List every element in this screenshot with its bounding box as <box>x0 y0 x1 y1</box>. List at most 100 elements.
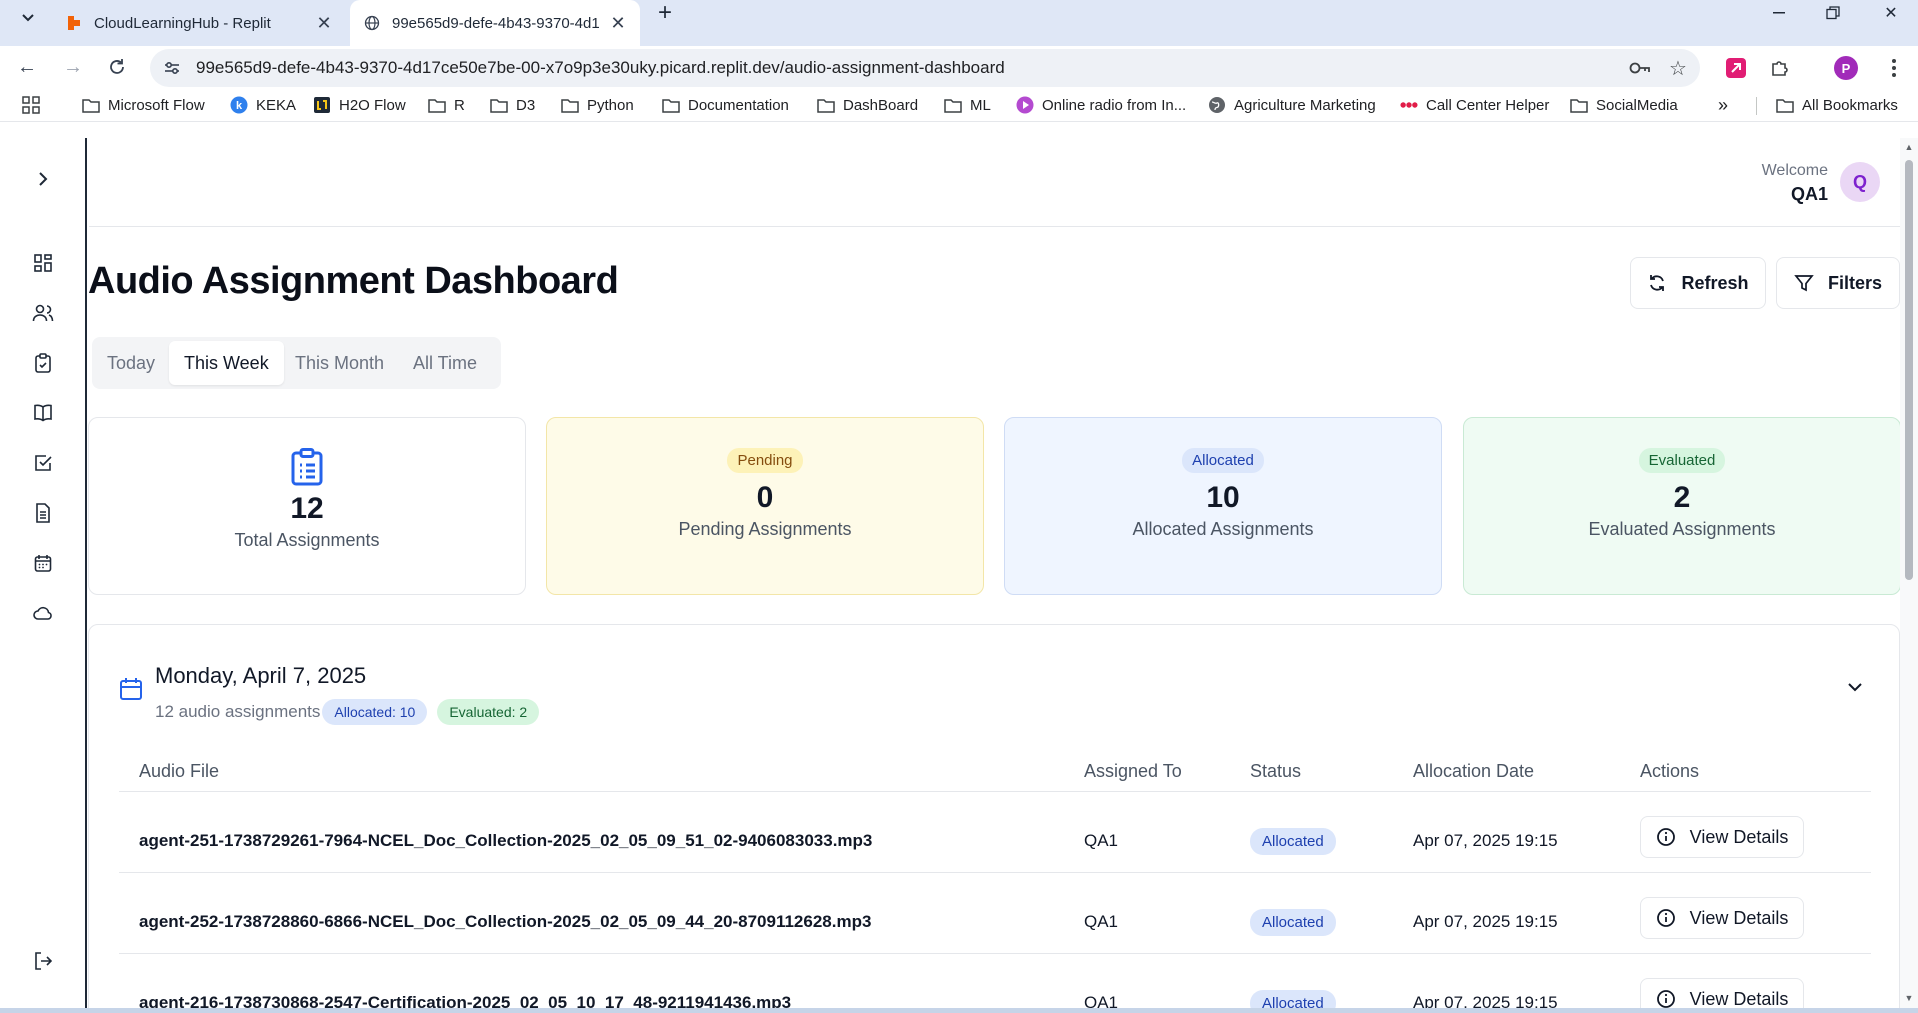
day-group-date: Monday, April 7, 2025 <box>155 663 367 688</box>
welcome-label: Welcome <box>1761 162 1828 179</box>
bookmark-star-icon[interactable]: ☆ <box>1662 52 1694 84</box>
close-tab-icon[interactable]: ✕ <box>606 11 630 35</box>
close-tab-icon[interactable]: ✕ <box>312 11 336 35</box>
tab-title: CloudLearningHub - Replit <box>94 14 271 32</box>
tab-today[interactable]: Today <box>92 341 170 385</box>
bookmarks-bar: Microsoft Flow k KEKA H2O Flow R D3 Python Docu… <box>0 88 1918 122</box>
evaluated-badge: Evaluated <box>1638 448 1726 473</box>
refresh-button[interactable]: Refresh <box>1630 257 1766 309</box>
browser-tab-replit[interactable]: CloudLearningHub - Replit ✕ <box>54 0 346 46</box>
svg-text:k: k <box>236 100 243 112</box>
pending-assignments-value: 0 <box>756 481 774 514</box>
evaluated-count-pill: Evaluated: 2 <box>437 699 540 725</box>
allocated-count-pill: Allocated: 10 <box>322 699 428 725</box>
assigned-to: QA1 <box>1084 912 1119 931</box>
restore-window-icon[interactable] <box>1806 0 1860 26</box>
day-group-section: Monday, April 7, 2025 12 audio assignmen… <box>88 624 1900 1013</box>
minimize-window-icon[interactable] <box>1752 0 1806 26</box>
bookmark-r[interactable]: R <box>428 88 465 122</box>
bookmark-agriculture-marketing[interactable]: Agriculture Marketing <box>1208 88 1376 122</box>
bookmark-d3[interactable]: D3 <box>490 88 535 122</box>
bookmark-label: Online radio from In... <box>1042 96 1187 114</box>
address-bar[interactable]: 99e565d9-defe-4b43-9370-4d17ce50e7be-00-… <box>150 49 1700 87</box>
book-icon[interactable] <box>28 398 58 428</box>
bookmark-python[interactable]: Python <box>561 88 634 122</box>
page-scrollbar[interactable]: ▲ ▼ <box>1900 138 1918 1013</box>
scroll-up-arrow-icon[interactable]: ▲ <box>1904 142 1914 152</box>
bookmark-call-center-helper[interactable]: Call Center Helper <box>1400 88 1549 122</box>
folder-icon <box>490 97 508 113</box>
forward-arrow-icon[interactable]: → <box>58 52 88 82</box>
collapse-chevron-icon[interactable] <box>1847 679 1863 697</box>
view-details-button[interactable]: View Details <box>1640 816 1804 858</box>
allocation-date: Apr 07, 2025 19:15 <box>1413 831 1558 850</box>
tab-this-week[interactable]: This Week <box>169 341 284 385</box>
all-bookmarks-link[interactable]: All Bookmarks <box>1776 88 1898 122</box>
tab-all-time[interactable]: All Time <box>398 341 492 385</box>
column-header-status: Status <box>1250 761 1302 781</box>
assigned-to: QA1 <box>1084 831 1119 850</box>
globe-favicon-icon <box>364 15 380 31</box>
tab-this-month[interactable]: This Month <box>280 341 399 385</box>
password-key-icon[interactable] <box>1624 52 1656 84</box>
audio-file-name: agent-251-1738729261-7964-NCEL_Doc_Colle… <box>139 831 873 850</box>
filters-label: Filters <box>1827 272 1883 293</box>
evaluated-assignments-label: Evaluated Assignments <box>1588 519 1776 539</box>
browser-menu-icon[interactable] <box>1880 54 1908 82</box>
calendar-icon[interactable] <box>28 548 58 578</box>
row-divider <box>119 872 1871 873</box>
user-avatar[interactable]: Q <box>1840 162 1880 202</box>
bookmark-socialmedia[interactable]: SocialMedia <box>1570 88 1678 122</box>
bookmark-dashboard[interactable]: DashBoard <box>817 88 918 122</box>
bookmark-keka[interactable]: k KEKA <box>230 88 296 122</box>
logout-icon[interactable] <box>28 946 58 976</box>
extensions-puzzle-icon[interactable] <box>1766 54 1794 82</box>
new-tab-plus-icon[interactable]: + <box>650 0 680 26</box>
day-group-count: 12 audio assignments <box>155 702 321 721</box>
extension-app-icon[interactable] <box>1722 54 1750 82</box>
calendar-icon <box>119 677 143 706</box>
tab-search-chevron-icon[interactable] <box>14 4 42 32</box>
welcome-block: Welcome QA1 <box>1762 162 1828 205</box>
allocated-assignments-card: Allocated 10 Allocated Assignments <box>1004 417 1442 595</box>
reload-icon[interactable] <box>102 52 132 82</box>
bookmark-label: D3 <box>516 96 536 114</box>
back-arrow-icon[interactable]: ← <box>12 52 42 82</box>
profile-avatar[interactable]: P <box>1832 54 1860 82</box>
refresh-label: Refresh <box>1681 272 1749 293</box>
status-badge: Allocated <box>1250 909 1336 936</box>
folder-icon <box>561 97 579 113</box>
close-window-icon[interactable]: ✕ <box>1864 0 1918 26</box>
column-header-actions: Actions <box>1640 761 1700 781</box>
view-details-button[interactable]: View Details <box>1640 897 1804 939</box>
view-details-label: View Details <box>1689 988 1789 1009</box>
expand-sidebar-chevron-icon[interactable] <box>28 164 58 194</box>
user-name: QA1 <box>1790 184 1828 204</box>
total-assignments-card: 12 Total Assignments <box>88 417 526 595</box>
apps-grid-icon[interactable] <box>22 88 40 122</box>
bookmark-microsoft-flow[interactable]: Microsoft Flow <box>82 88 205 122</box>
allocated-assignments-value: 10 <box>1206 481 1240 514</box>
profile-initial: P <box>1834 56 1858 80</box>
clipboard-check-icon[interactable] <box>28 348 58 378</box>
dashboard-grid-icon[interactable] <box>28 248 58 278</box>
bookmark-h2o-flow[interactable]: H2O Flow <box>313 88 406 122</box>
bookmark-label: H2O Flow <box>339 96 406 114</box>
site-settings-icon[interactable] <box>162 58 182 78</box>
scrollbar-thumb[interactable] <box>1905 160 1913 580</box>
filters-button[interactable]: Filters <box>1776 257 1900 309</box>
more-bookmarks-chevron-icon[interactable]: » <box>1718 88 1728 122</box>
scroll-down-arrow-icon[interactable]: ▼ <box>1904 993 1914 1003</box>
url-text: 99e565d9-defe-4b43-9370-4d17ce50e7be-00-… <box>196 58 1005 77</box>
bookmark-ml[interactable]: ML <box>944 88 991 122</box>
pending-assignments-card: Pending 0 Pending Assignments <box>546 417 984 595</box>
document-icon[interactable] <box>28 498 58 528</box>
browser-tab-dashboard[interactable]: 99e565d9-defe-4b43-9370-4d1 ✕ <box>350 0 640 46</box>
checkbox-icon[interactable] <box>28 448 58 478</box>
cloud-icon[interactable] <box>28 598 58 628</box>
bookmark-online-radio-from-in[interactable]: Online radio from In... <box>1016 88 1186 122</box>
users-icon[interactable] <box>28 298 58 328</box>
bookmark-documentation[interactable]: Documentation <box>662 88 789 122</box>
allocated-assignments-label: Allocated Assignments <box>1132 519 1314 539</box>
browser-tabstrip: CloudLearningHub - Replit ✕ 99e565d9-def… <box>0 0 1918 46</box>
